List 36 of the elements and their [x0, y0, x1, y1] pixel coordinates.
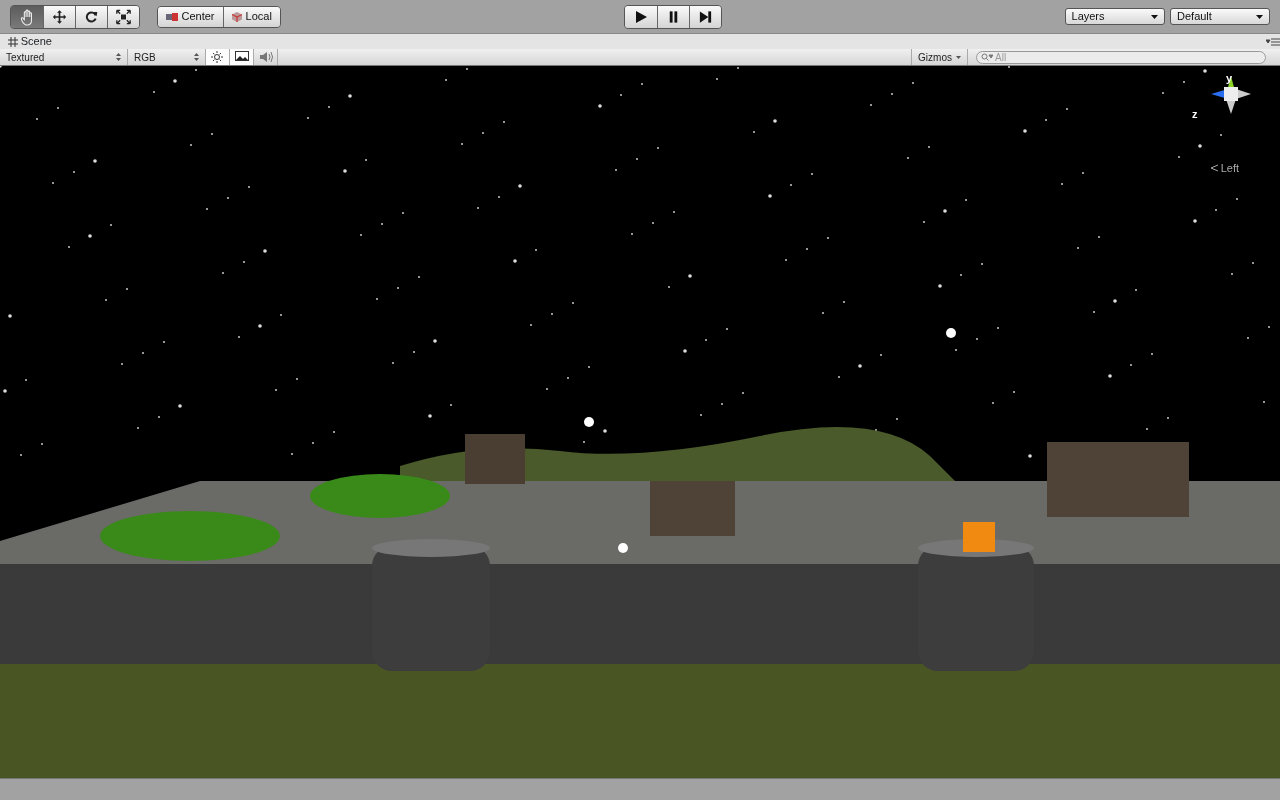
caret-icon [1150, 14, 1158, 19]
chevron-left-icon [1210, 164, 1218, 173]
updown-caret-icon [116, 53, 121, 61]
effects-toggle[interactable] [230, 49, 254, 65]
step-button[interactable] [688, 5, 721, 28]
space-toggle[interactable]: Local [222, 6, 280, 27]
axis-label: z [1192, 108, 1198, 120]
hand-icon [19, 7, 35, 26]
dropdown[interactable]: Default [1170, 8, 1270, 25]
play-button[interactable] [624, 5, 657, 28]
pivot-icon [165, 12, 178, 21]
step-icon [697, 8, 713, 25]
caret-icon [956, 55, 961, 59]
panel-menu-icon[interactable] [1266, 37, 1280, 46]
gizmos-dropdown[interactable]: Gizmos [911, 49, 968, 65]
view-direction-label[interactable]: Left [1210, 160, 1240, 177]
tool-button[interactable] [107, 5, 139, 28]
caret-icon [1256, 14, 1263, 19]
search-field[interactable]: All [976, 50, 1266, 64]
lighting-toggle[interactable] [206, 49, 230, 65]
pivot-toggle[interactable]: Center [157, 6, 223, 27]
tool-button[interactable] [43, 5, 75, 28]
updown-caret-icon [194, 53, 199, 61]
dropdown[interactable]: Layers [1064, 8, 1165, 25]
grid-icon [8, 36, 18, 47]
move-arrows-icon [52, 7, 67, 26]
cube-icon [231, 11, 242, 22]
search-icon [981, 53, 993, 61]
tool-button[interactable] [75, 5, 107, 28]
pause-button[interactable] [656, 5, 689, 28]
scene-tab[interactable]: Scene [8, 33, 52, 50]
scale-icon [116, 7, 131, 26]
render-mode-select[interactable]: Textured [0, 49, 128, 65]
sun-icon [210, 51, 225, 63]
landscape-icon [234, 51, 249, 63]
axis-label: y [1226, 72, 1233, 84]
